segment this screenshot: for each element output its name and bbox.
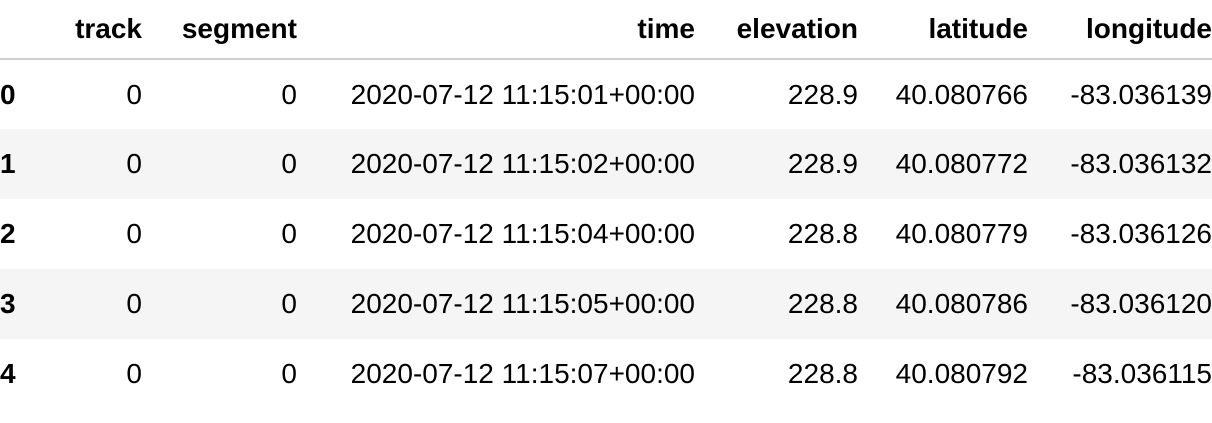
header-longitude: longitude xyxy=(1028,0,1212,60)
table-body: 0 0 0 2020-07-12 11:15:01+00:00 228.9 40… xyxy=(0,59,1212,409)
row-index: 2 xyxy=(0,218,16,249)
cell-latitude: 40.080779 xyxy=(895,218,1028,249)
cell-segment: 0 xyxy=(281,148,297,179)
header-track: track xyxy=(52,0,142,60)
header-elevation: elevation xyxy=(695,0,858,60)
row-index: 0 xyxy=(0,78,16,110)
table-header: track segment time elevation latitude lo… xyxy=(0,0,1212,60)
row-index: 1 xyxy=(0,148,16,179)
cell-latitude: 40.080786 xyxy=(895,288,1028,319)
cell-time: 2020-07-12 11:15:05+00:00 xyxy=(350,288,695,319)
cell-time: 2020-07-12 11:15:04+00:00 xyxy=(350,218,695,249)
cell-longitude: -83.036120 xyxy=(1070,288,1212,319)
table-row: 3 0 0 2020-07-12 11:15:05+00:00 228.8 40… xyxy=(0,269,1212,339)
cell-track: 0 xyxy=(126,218,142,249)
row-index: 3 xyxy=(0,288,16,319)
header-latitude: latitude xyxy=(858,0,1028,60)
cell-elevation: 228.8 xyxy=(787,218,858,249)
header-time: time xyxy=(297,0,695,60)
cell-longitude: -83.036115 xyxy=(1072,358,1212,389)
cell-track: 0 xyxy=(126,78,142,110)
cell-latitude: 40.080792 xyxy=(895,358,1028,389)
cell-segment: 0 xyxy=(281,288,297,319)
cell-latitude: 40.080772 xyxy=(895,148,1028,179)
cell-latitude: 40.080766 xyxy=(895,78,1028,110)
cell-longitude: -83.036126 xyxy=(1070,218,1212,249)
cell-elevation: 228.9 xyxy=(787,78,858,110)
header-row: track segment time elevation latitude lo… xyxy=(0,0,1212,60)
cell-elevation: 228.8 xyxy=(787,288,858,319)
cell-segment: 0 xyxy=(281,78,297,110)
cell-time: 2020-07-12 11:15:07+00:00 xyxy=(350,358,695,389)
table-row: 1 0 0 2020-07-12 11:15:02+00:00 228.9 40… xyxy=(0,129,1212,199)
header-segment: segment xyxy=(142,0,297,60)
dataframe-table: track segment time elevation latitude lo… xyxy=(0,0,1212,409)
cell-longitude: -83.036132 xyxy=(1070,148,1212,179)
cell-time: 2020-07-12 11:15:02+00:00 xyxy=(350,148,695,179)
cell-track: 0 xyxy=(126,148,142,179)
table-row: 0 0 0 2020-07-12 11:15:01+00:00 228.9 40… xyxy=(0,59,1212,129)
dataframe-output: track segment time elevation latitude lo… xyxy=(0,0,1212,423)
cell-segment: 0 xyxy=(281,358,297,389)
cell-longitude: -83.036139 xyxy=(1070,78,1212,110)
cell-time: 2020-07-12 11:15:01+00:00 xyxy=(350,78,695,110)
cell-segment: 0 xyxy=(281,218,297,249)
header-index xyxy=(0,0,52,60)
table-row: 4 0 0 2020-07-12 11:15:07+00:00 228.8 40… xyxy=(0,339,1212,409)
cell-track: 0 xyxy=(126,358,142,389)
cell-elevation: 228.8 xyxy=(787,358,858,389)
cell-elevation: 228.9 xyxy=(787,148,858,179)
cell-track: 0 xyxy=(126,288,142,319)
table-row: 2 0 0 2020-07-12 11:15:04+00:00 228.8 40… xyxy=(0,199,1212,269)
row-index: 4 xyxy=(0,358,16,389)
